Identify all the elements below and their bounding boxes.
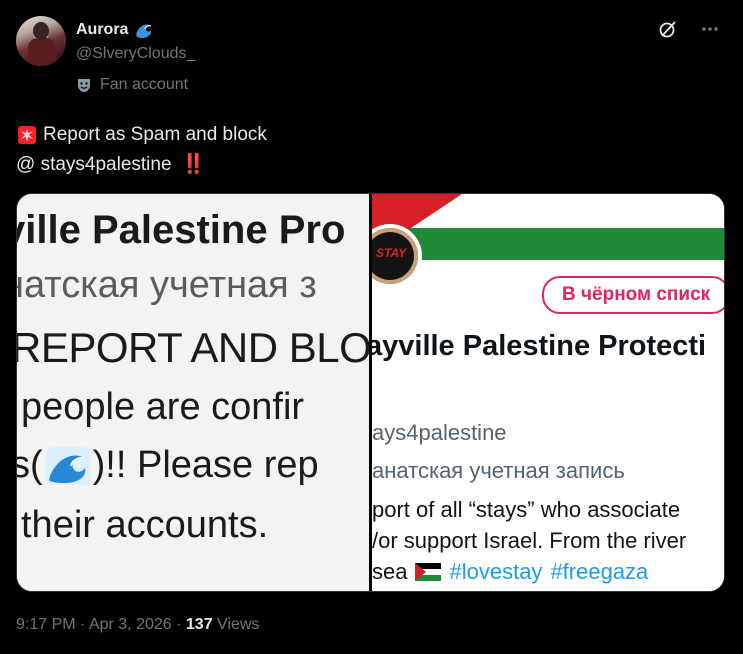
tweet-line-2-text: @ stays4palestine: [16, 154, 172, 175]
profile-bio-line-3-text: sea: [372, 559, 408, 584]
profile-label: анатская учетная запись: [372, 458, 625, 483]
display-name[interactable]: Aurora: [76, 21, 128, 39]
hashtag-freegaza: #freegaza: [550, 559, 649, 584]
avatar-figure: [28, 38, 56, 66]
meta-separator: ·: [171, 616, 186, 633]
hashtag-lovestay: #lovestay: [449, 559, 543, 584]
palestine-flag-icon: [415, 563, 442, 581]
views-label: Views: [212, 616, 260, 633]
profile-picture-text: STAY: [376, 246, 407, 260]
profile-handle: ays4palestine: [372, 420, 507, 445]
tweet-line-1: Report as Spam and block: [16, 120, 267, 150]
left-line-2: натская учетная з: [17, 264, 317, 306]
more-icon[interactable]: [699, 18, 721, 40]
tweet-date[interactable]: Apr 3, 2026: [89, 616, 172, 633]
author-label: Fan account: [100, 76, 189, 93]
rotating-light-emoji-icon: [18, 126, 36, 144]
views-count: 137: [185, 616, 213, 633]
profile-bio-line-1: port of all “stays” who associate: [372, 497, 681, 522]
profile-bio-line-3: sea #lovestay #freegaza: [372, 559, 648, 585]
profile-name: ayville Palestine Protecti: [372, 330, 707, 362]
avatar-head: [33, 22, 49, 40]
author-name-row: Aurora: [76, 20, 154, 40]
wave-emoji-icon: [136, 24, 152, 38]
profile-bio-line-2: /or support Israel. From the river: [372, 528, 687, 553]
tweet-time[interactable]: 9:17 PM: [16, 616, 76, 633]
tweet-text: Report as Spam and block @ stays4palesti…: [16, 120, 267, 180]
palestine-flag-banner: [372, 194, 724, 264]
avatar[interactable]: [16, 16, 66, 66]
wave-emoji-icon: [45, 446, 90, 485]
left-line-5a: s(: [17, 444, 43, 486]
media-left-screenshot: ville Palestine Pro натская учетная з RE…: [17, 194, 369, 591]
tweet-line-2: @ stays4palestine ‼️: [16, 150, 267, 180]
theater-mask-icon: [78, 79, 90, 92]
left-line-6: their accounts.: [21, 504, 269, 546]
left-line-4: people are confir: [21, 386, 305, 428]
left-line-1: ville Palestine Pro: [17, 208, 346, 252]
tweet-meta: 9:17 PM · Apr 3, 2026 · 137 Views: [16, 616, 259, 634]
meta-separator: ·: [75, 616, 89, 633]
header-actions: [657, 18, 721, 40]
left-line-3: REPORT AND BLO: [17, 324, 369, 371]
blacklist-badge: В чёрном списк: [542, 276, 724, 314]
media-right-screenshot: STAY В чёрном списк ayville Palestine Pr…: [372, 194, 724, 591]
left-line-5: s( )!! Please rep: [17, 444, 319, 487]
tweet-line-1-text: Report as Spam and block: [43, 124, 267, 145]
double-exclamation-emoji-icon: ‼️: [181, 154, 206, 175]
author-label-row: Fan account: [76, 76, 188, 94]
author-handle[interactable]: @SlveryClouds_: [76, 45, 195, 63]
tweet-media[interactable]: ville Palestine Pro натская учетная з RE…: [16, 193, 725, 592]
left-line-5b: )!! Please rep: [92, 444, 319, 486]
grok-icon[interactable]: [657, 18, 679, 40]
